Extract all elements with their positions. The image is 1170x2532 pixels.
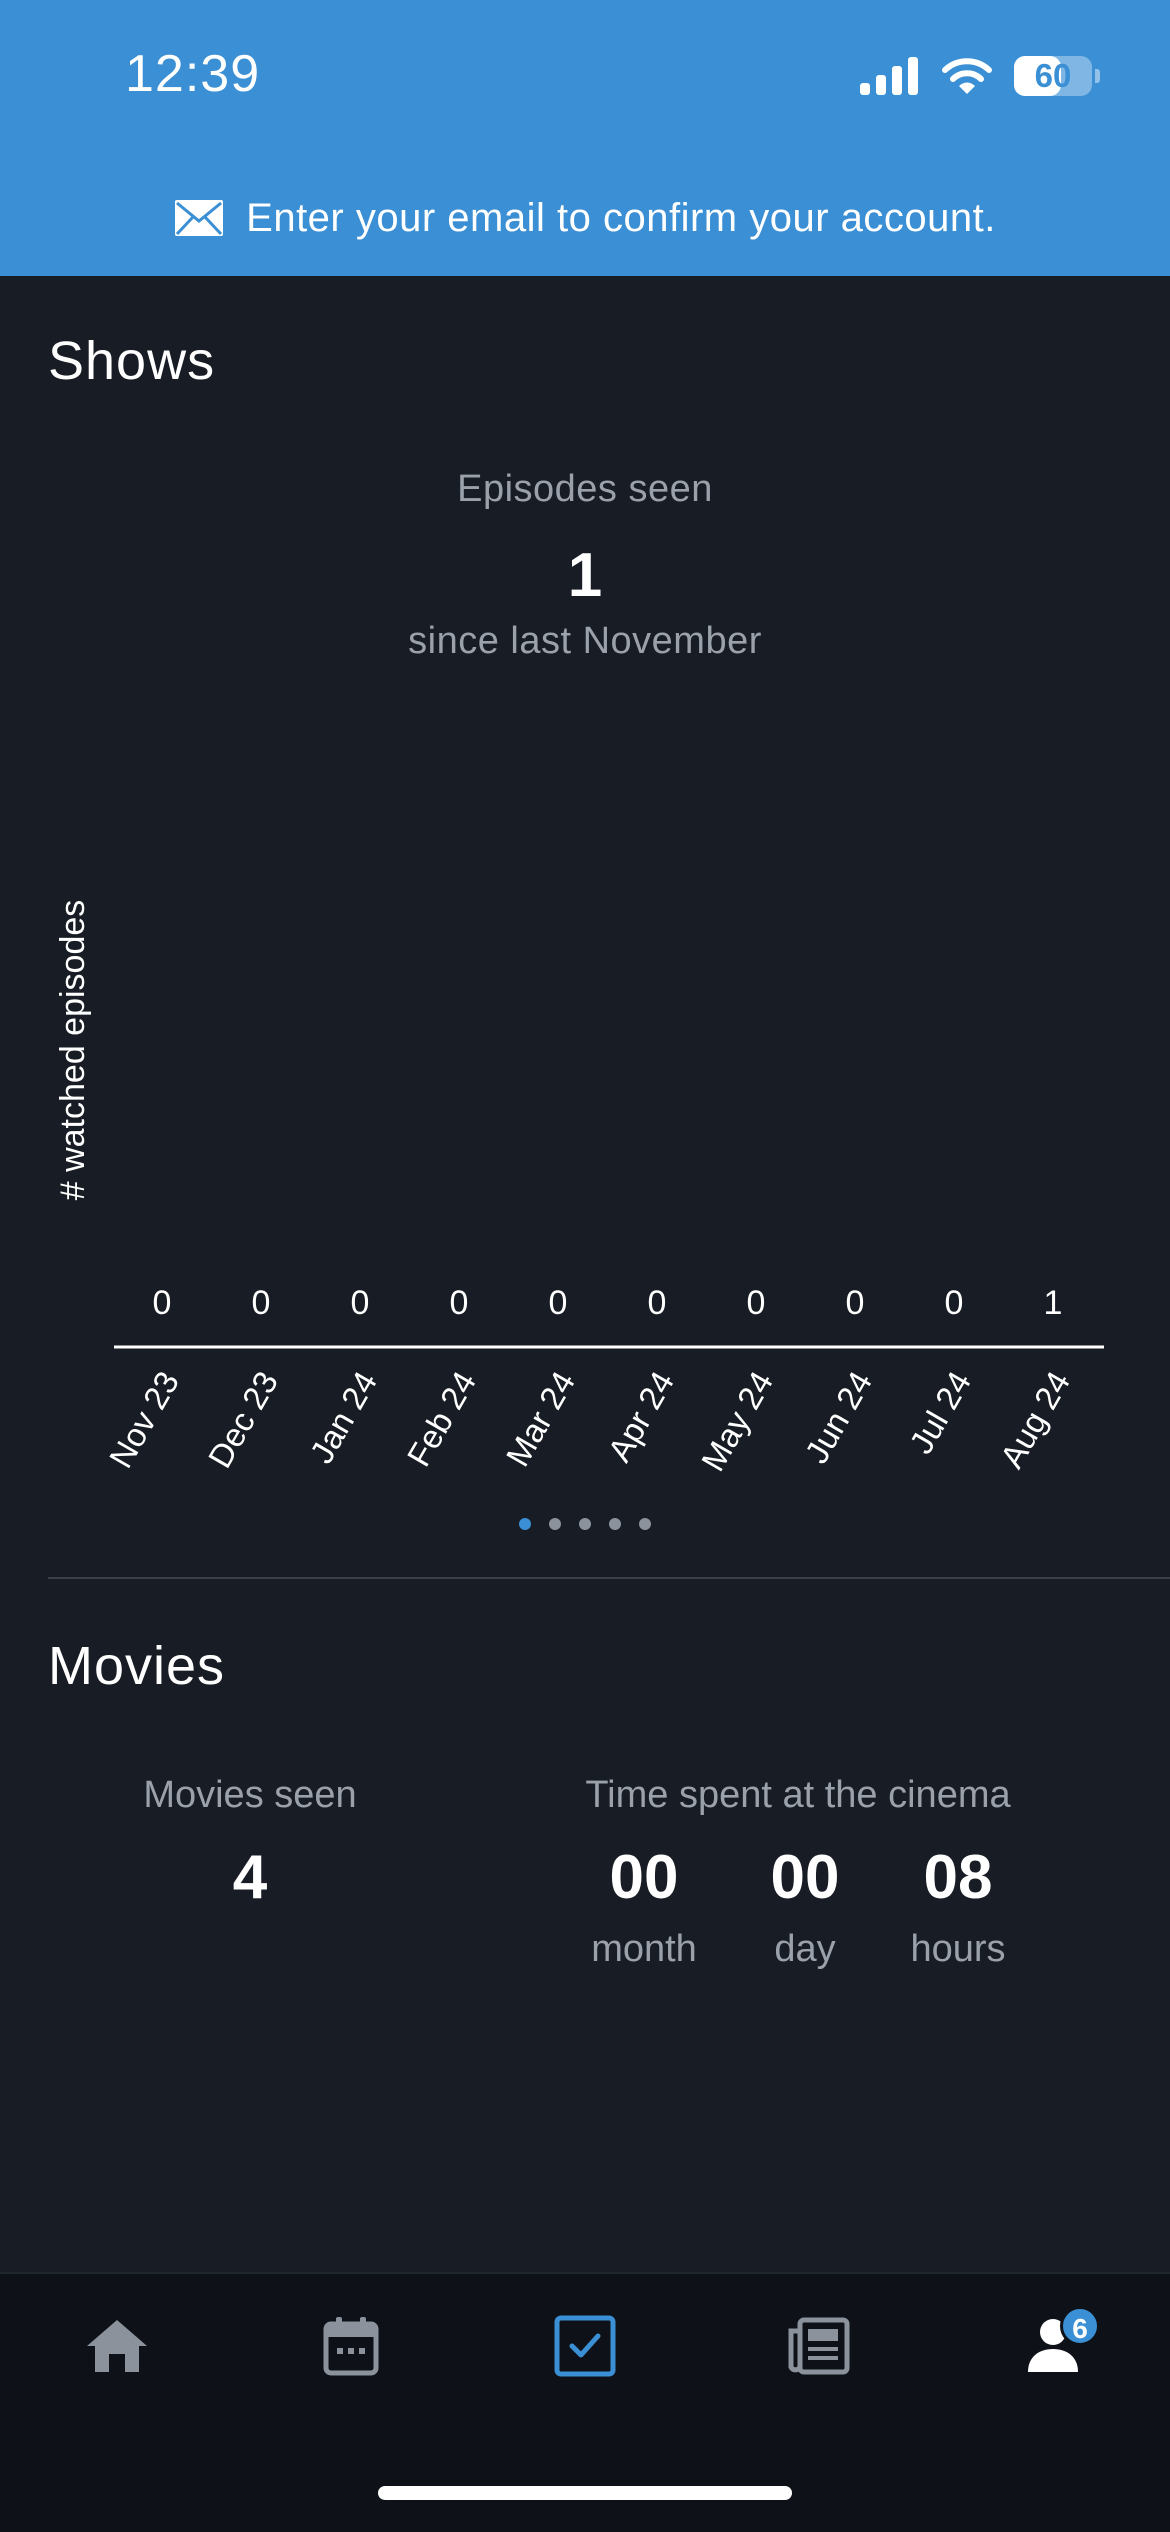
tick-label: Jan 24 xyxy=(302,1365,384,1469)
value-label: 0 xyxy=(846,1284,865,1322)
tick-label: May 24 xyxy=(694,1365,780,1477)
movies-title: Movies xyxy=(48,1636,226,1696)
value-label: 0 xyxy=(549,1284,568,1322)
value-label: 0 xyxy=(450,1284,469,1322)
wifi-icon xyxy=(942,58,992,94)
page-dot[interactable] xyxy=(609,1518,621,1530)
tick-label: Mar 24 xyxy=(499,1365,582,1472)
tick-label: Nov 23 xyxy=(102,1365,186,1474)
tick-label: Jul 24 xyxy=(902,1365,978,1460)
value-label: 0 xyxy=(945,1284,964,1322)
profile-notification-badge: 6 xyxy=(1060,2306,1100,2346)
y-axis-label: # watched episodes xyxy=(54,900,92,1201)
value-label: 0 xyxy=(351,1284,370,1322)
page-indicator[interactable] xyxy=(0,1518,1170,1530)
tick-label: Feb 24 xyxy=(400,1365,483,1472)
value-label: 0 xyxy=(153,1284,172,1322)
battery-level: 60 xyxy=(1034,57,1072,94)
value-label: 0 xyxy=(648,1284,667,1322)
tab-calendar[interactable] xyxy=(306,2306,396,2386)
tab-home[interactable] xyxy=(72,2306,162,2386)
banner-text: Enter your email to confirm your account… xyxy=(246,195,996,240)
cinema-month-value: 00 xyxy=(609,1843,679,1912)
episodes-since-label: since last November xyxy=(408,620,762,662)
signal-icon xyxy=(860,57,918,95)
tab-news[interactable] xyxy=(774,2306,864,2386)
mail-icon xyxy=(175,200,224,236)
cinema-month-unit: month xyxy=(591,1928,697,1970)
cinema-time-label: Time spent at the cinema xyxy=(585,1774,1011,1816)
cinema-hours-unit: hours xyxy=(910,1928,1006,1970)
tick-label: Aug 24 xyxy=(993,1365,1077,1474)
cinema-hours-value: 08 xyxy=(923,1843,993,1912)
movies-seen-value: 4 xyxy=(232,1843,268,1912)
confirm-email-banner[interactable]: Enter your email to confirm your account… xyxy=(0,190,1170,246)
page-dot[interactable] xyxy=(549,1518,561,1530)
shows-title: Shows xyxy=(48,331,216,391)
episodes-seen-value: 1 xyxy=(567,541,603,610)
episodes-seen-label: Episodes seen xyxy=(457,468,713,510)
tab-watchlist[interactable] xyxy=(540,2306,630,2386)
tick-label: Jun 24 xyxy=(797,1365,879,1469)
checkbox-icon xyxy=(554,2315,616,2377)
home-indicator[interactable] xyxy=(378,2486,792,2500)
tick-label: Apr 24 xyxy=(600,1365,681,1468)
battery-icon: 60 xyxy=(1014,56,1100,96)
calendar-icon xyxy=(323,2317,379,2376)
page-dot[interactable] xyxy=(519,1518,531,1530)
movies-seen-label: Movies seen xyxy=(143,1774,357,1816)
cinema-day-value: 00 xyxy=(770,1843,840,1912)
tick-label: Dec 23 xyxy=(201,1365,285,1474)
home-icon xyxy=(87,2320,147,2372)
cinema-day-unit: day xyxy=(774,1928,836,1970)
value-label: 1 xyxy=(1044,1284,1063,1322)
status-icons: 60 xyxy=(860,52,1100,100)
status-time: 12:39 xyxy=(125,45,261,103)
news-icon xyxy=(788,2317,850,2375)
top-header: 12:39 60 Enter your email to confirm you… xyxy=(0,0,1170,276)
value-label: 0 xyxy=(747,1284,766,1322)
page-dot[interactable] xyxy=(579,1518,591,1530)
page-dot[interactable] xyxy=(639,1518,651,1530)
section-divider xyxy=(48,1577,1170,1579)
value-label: 0 xyxy=(252,1284,271,1322)
